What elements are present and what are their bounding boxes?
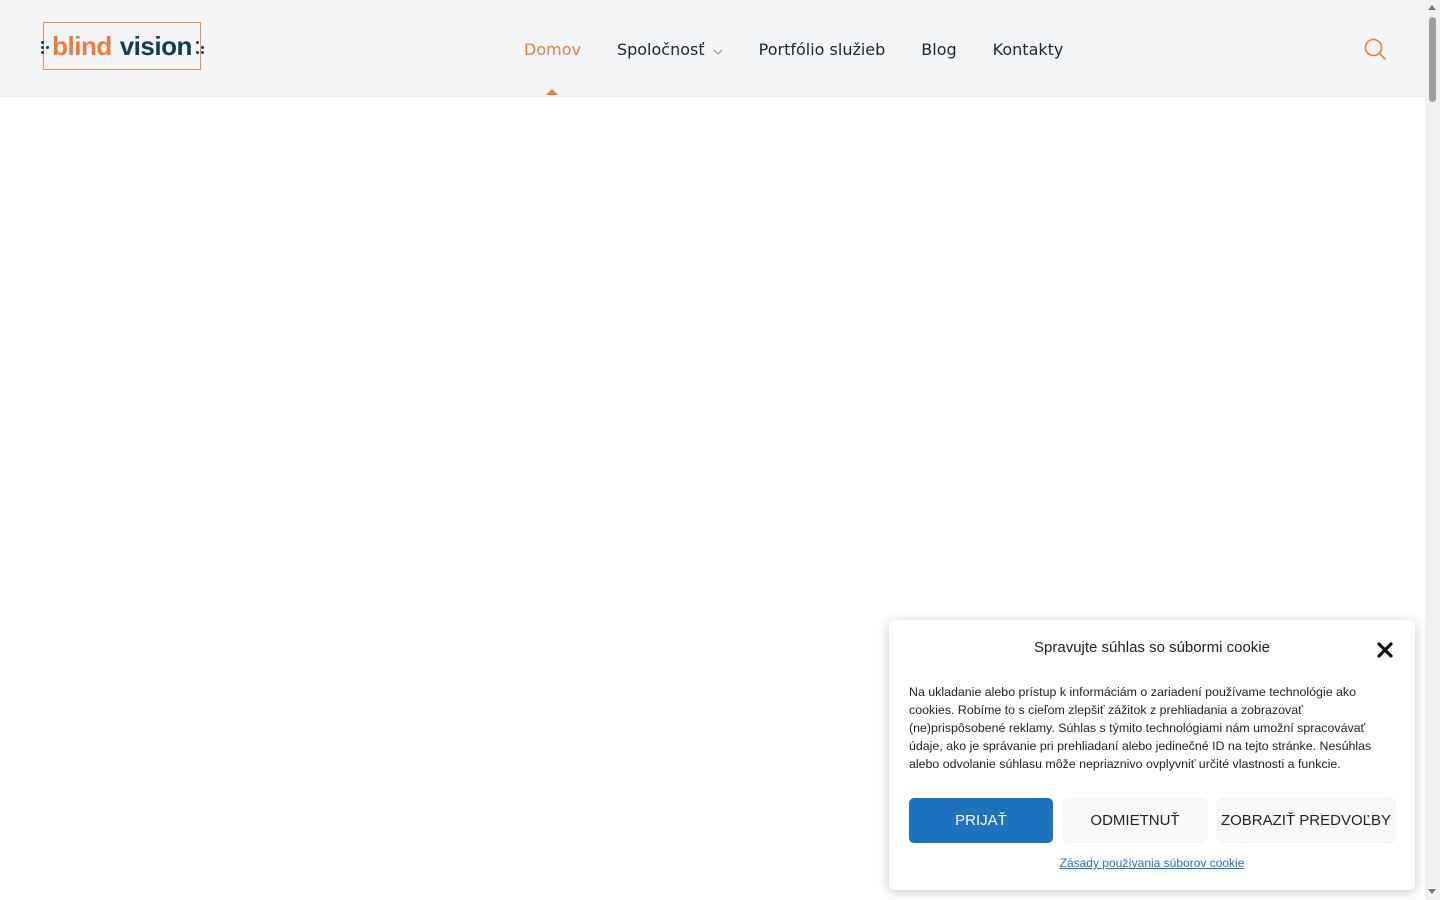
cookie-dialog-text: Na ukladanie alebo prístup k informáciám… bbox=[909, 685, 1372, 771]
nav-item-label: Spoločnosť bbox=[616, 39, 705, 59]
logo-word-vision: vision bbox=[119, 30, 193, 61]
braille-dots-left bbox=[41, 41, 49, 54]
nav-item-spolocnost[interactable]: Spoločnosť bbox=[617, 38, 723, 60]
nav-item-label: Blog bbox=[921, 39, 957, 59]
main-nav: Domov Spoločnosť Portfólio služieb Blog … bbox=[524, 38, 1064, 95]
cookie-consent-dialog: Spravujte súhlas so súbormi cookie Na uk… bbox=[889, 620, 1415, 890]
view-preferences-button[interactable]: ZOBRAZIŤ PREDVOĽBY bbox=[1217, 798, 1395, 843]
search-icon[interactable] bbox=[1363, 37, 1387, 61]
logo-word-blind: blind bbox=[52, 30, 112, 61]
accept-button[interactable]: PRIJAŤ bbox=[909, 798, 1053, 843]
nav-item-label: Domov bbox=[524, 39, 581, 59]
nav-item-label: Kontakty bbox=[992, 39, 1064, 59]
nav-item-blog[interactable]: Blog bbox=[921, 38, 956, 60]
page-scrollbar[interactable] bbox=[1425, 0, 1440, 900]
braille-dots-right bbox=[196, 41, 204, 54]
nav-item-kontakty[interactable]: Kontakty bbox=[993, 38, 1064, 60]
scroll-down-arrow-icon[interactable] bbox=[1428, 889, 1436, 894]
close-icon[interactable] bbox=[1375, 640, 1395, 660]
scroll-up-arrow-icon[interactable] bbox=[1428, 5, 1436, 10]
deny-button[interactable]: ODMIETNUŤ bbox=[1063, 798, 1207, 843]
cookie-dialog-title: Spravujte súhlas so súbormi cookie bbox=[1034, 639, 1270, 656]
nav-item-domov[interactable]: Domov bbox=[524, 38, 581, 95]
active-indicator bbox=[546, 89, 559, 95]
nav-item-portfolio[interactable]: Portfólio služieb bbox=[759, 38, 886, 60]
site-logo[interactable]: blind vision bbox=[41, 22, 204, 70]
site-header: blind vision Domov Spoločnosť Portfólio … bbox=[0, 0, 1425, 97]
chevron-down-icon bbox=[713, 40, 723, 59]
nav-item-label: Portfólio služieb bbox=[758, 39, 886, 59]
scrollbar-thumb[interactable] bbox=[1429, 17, 1436, 102]
cookie-policy-link[interactable]: Zásady používania súborov cookie bbox=[889, 856, 1415, 870]
